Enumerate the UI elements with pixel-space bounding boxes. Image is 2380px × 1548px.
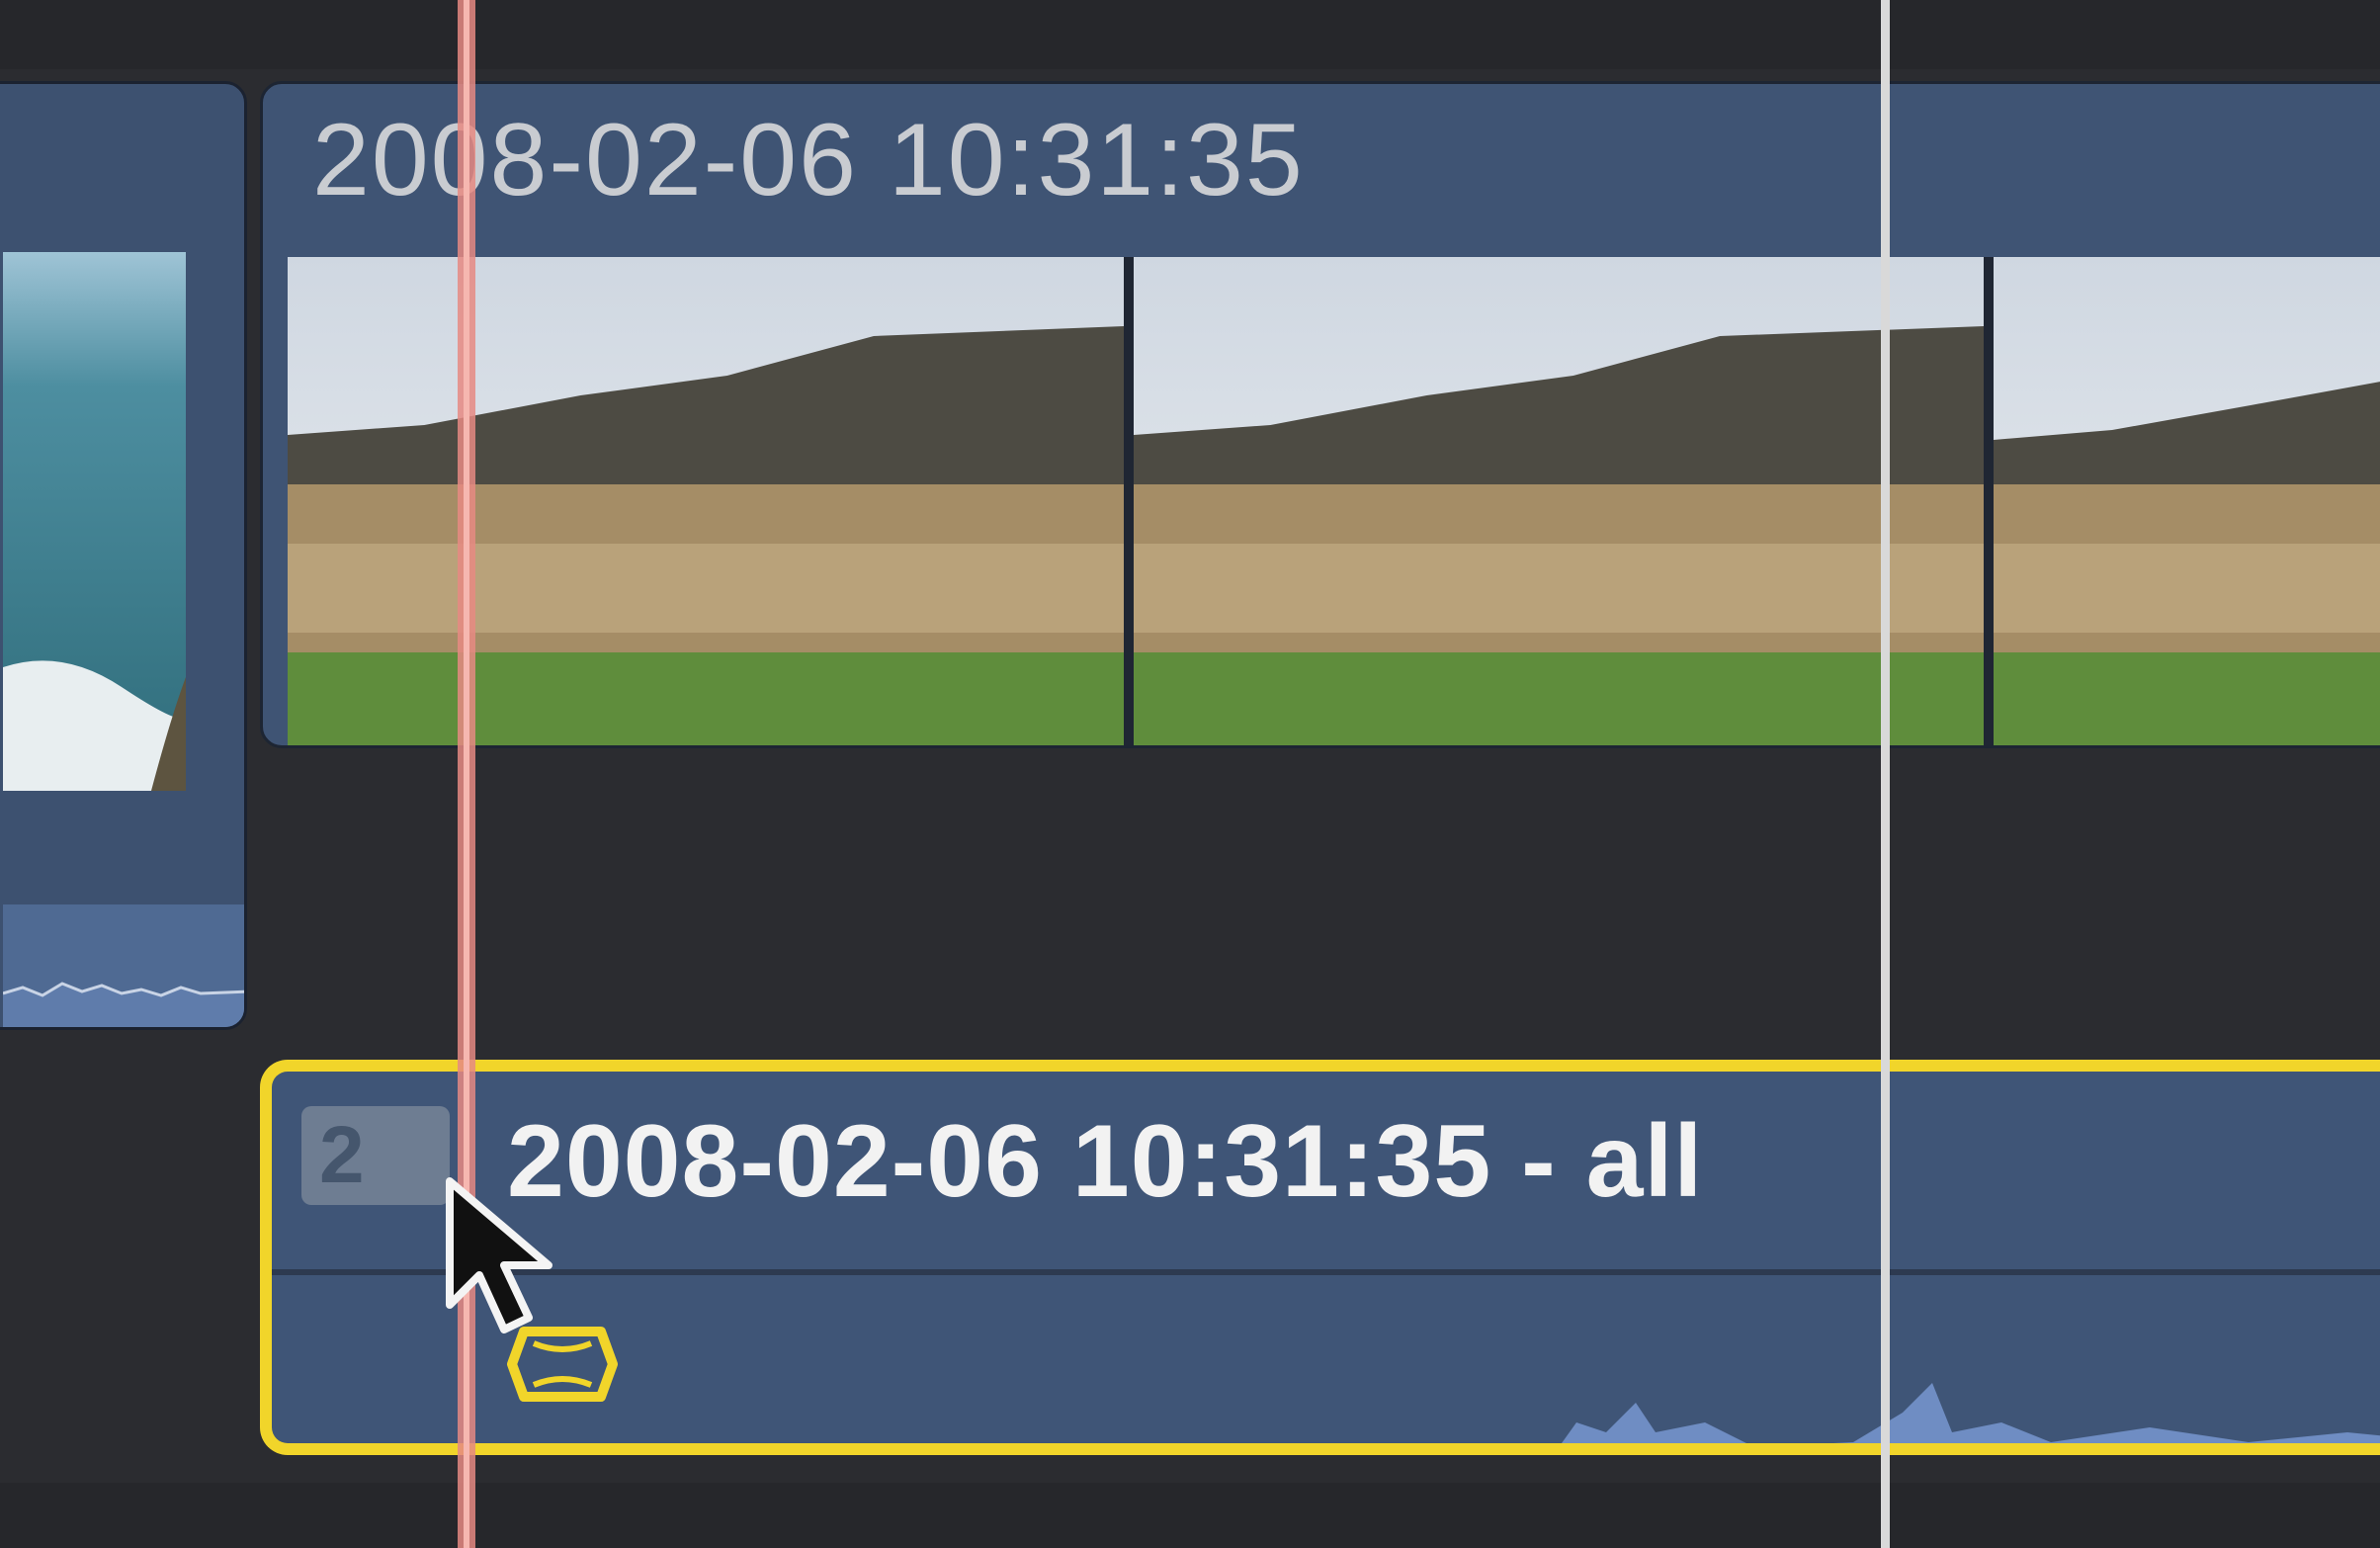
timeline-top-lane — [0, 0, 2380, 69]
skimmer-line[interactable] — [1881, 0, 1890, 1548]
audio-waveform — [2, 982, 244, 1027]
filmstrip-frame — [288, 257, 1134, 745]
clip-thumbnail-ocean — [3, 252, 186, 791]
filmstrip-frame — [1134, 257, 1994, 745]
previous-clip[interactable] — [0, 81, 247, 1030]
timeline-bottom-lane — [0, 1483, 2380, 1548]
clip-count-badge: 2 — [301, 1106, 450, 1205]
previous-clip-audio[interactable] — [2, 904, 244, 1027]
filmstrip-frame — [1994, 257, 2380, 745]
clip-filmstrip — [288, 257, 2380, 745]
audio-clip-title: 2008-02-06 10:31:35 - all — [507, 1104, 1704, 1219]
timeline[interactable]: 2008-02-06 10:31:35 2 2008-02-06 10:31:3… — [0, 0, 2380, 1548]
clip-divider — [272, 1269, 2380, 1275]
mouse-cursor-icon — [446, 1177, 552, 1333]
video-clip[interactable]: 2008-02-06 10:31:35 — [260, 81, 2380, 748]
